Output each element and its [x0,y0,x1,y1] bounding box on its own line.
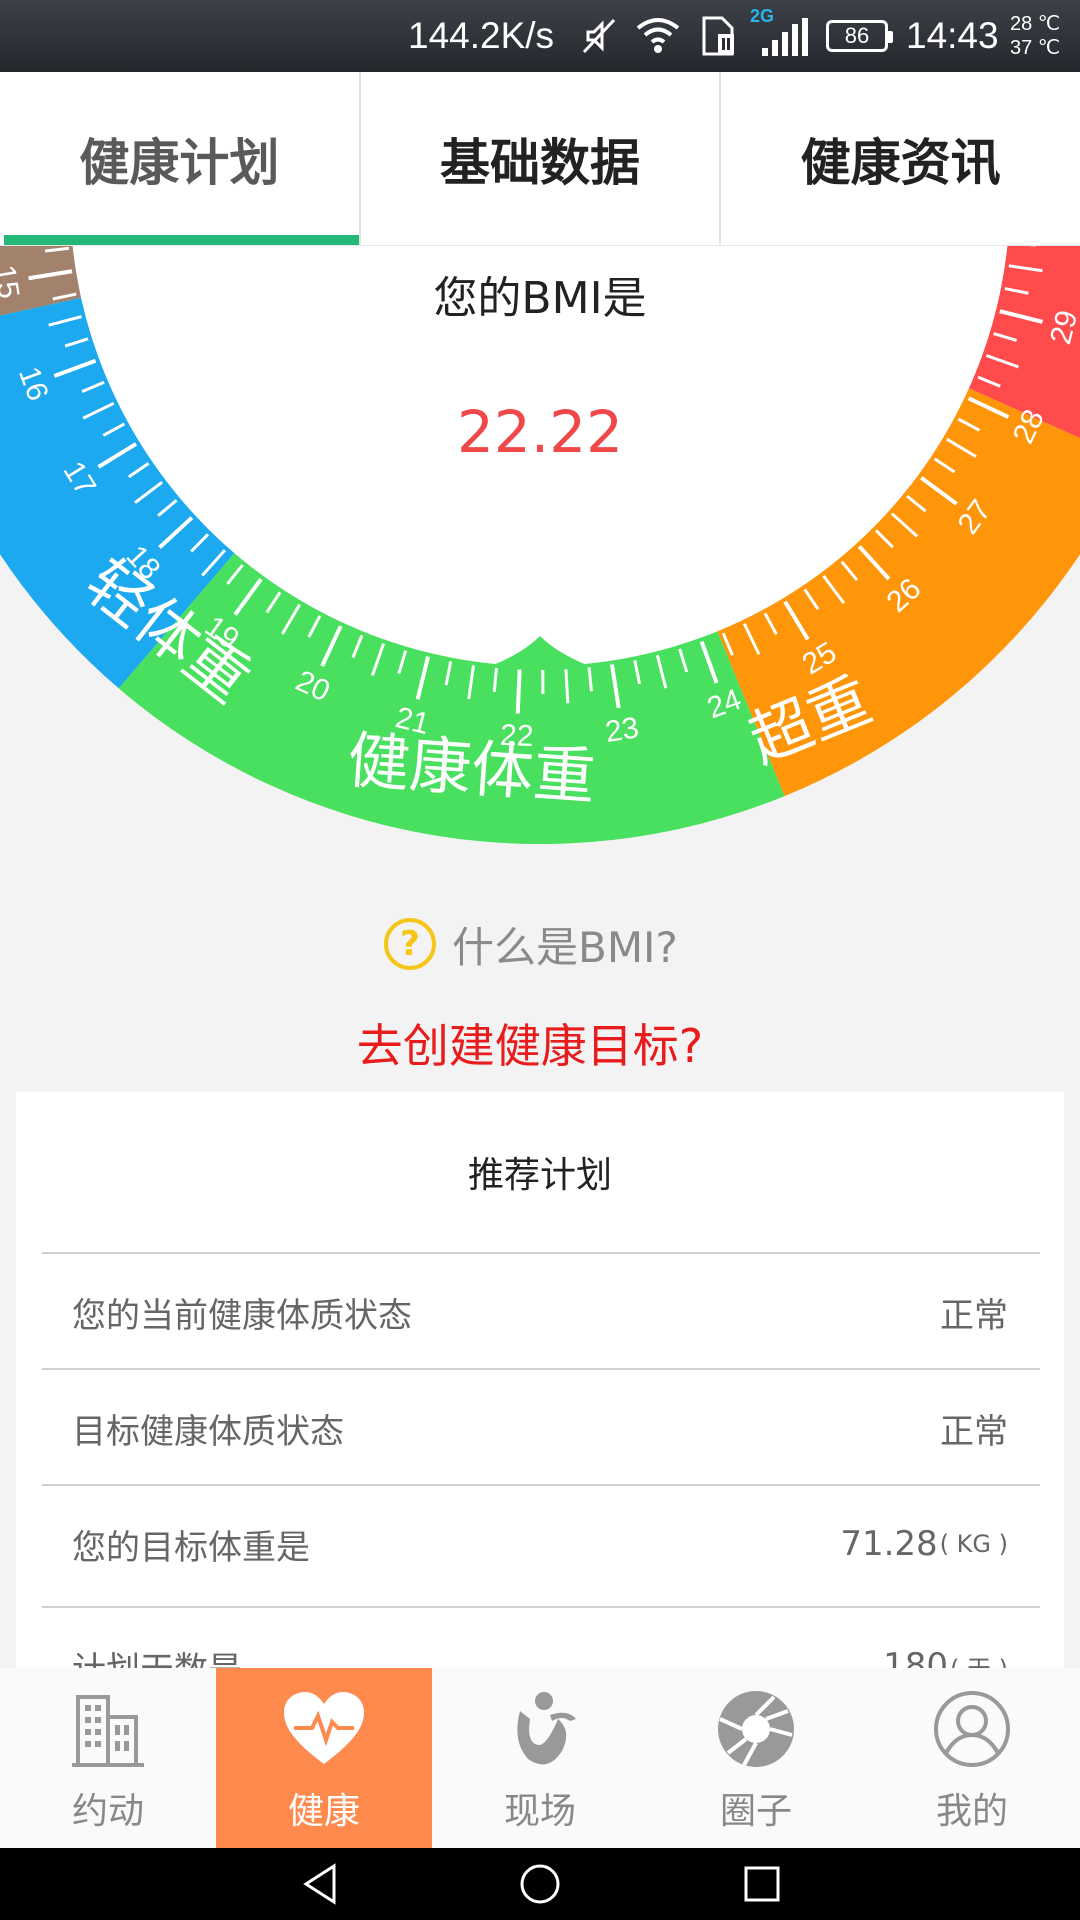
what-is-bmi-link[interactable]: ? 什么是BMI? [384,916,678,972]
plan-title: 推荐计划 [467,1155,612,1196]
heart-pulse-icon [281,1686,367,1772]
tab-basic-data[interactable]: 基础数据 [358,72,720,245]
plan-row-current-status: 您的当前健康体质状态 正常 [42,1252,1040,1368]
tab-health-plan[interactable]: 健康计划 [0,72,359,245]
nav-label: 圈子 [719,1791,792,1832]
sim-card-icon [700,12,740,64]
bottom-navigation: 约动 健康 现场 圈子 我的 [0,1668,1080,1848]
value-text: 正常 [940,1411,1008,1452]
nav-item-mine[interactable]: 我的 [864,1668,1080,1848]
active-tab-indicator [4,235,359,245]
tab-label: 健康资讯 [800,133,1001,192]
user-icon [929,1686,1015,1772]
bmi-value: 22.22 [456,398,624,466]
row-label: 您的目标体重是 [72,1527,310,1568]
what-is-bmi-label: 什么是BMI? [452,922,678,972]
mute-icon [580,16,620,60]
tab-health-news[interactable]: 健康资讯 [719,72,1080,245]
nav-label: 健康 [287,1791,360,1832]
building-icon [65,1686,151,1772]
battery-level: 86 [844,23,870,48]
value-text: 正常 [940,1295,1008,1336]
tab-label: 基础数据 [440,133,640,192]
plan-row-target-status: 目标健康体质状态 正常 [42,1368,1040,1484]
tab-label: 健康计划 [79,133,280,192]
recents-icon[interactable] [740,1862,784,1910]
temperature: 28 ℃ 37 ℃ [1010,0,1060,72]
bmi-title: 您的BMI是 [433,273,647,324]
signal-icon [760,18,810,62]
aperture-icon [713,1686,799,1772]
top-tabs: 健康计划 基础数据 健康资讯 [0,72,1080,246]
screen: 144.2K/s 2G 86 14:43 28 ℃ 37 ℃ 健康计划 基础数据 [0,0,1080,1920]
row-label: 您的当前健康体质状态 [72,1295,412,1336]
gauge-number-23: 23 [603,711,641,749]
gauge-tick [564,669,570,704]
nav-item-yuedong[interactable]: 约动 [0,1668,216,1848]
home-icon[interactable] [518,1862,562,1910]
nav-item-circle[interactable]: 圈子 [648,1668,864,1848]
row-label: 目标健康体质状态 [72,1411,344,1452]
recommended-plan-card: 推荐计划 您的当前健康体质状态 正常 目标健康体质状态 正常 您的目标体重是 7… [16,1092,1064,1692]
nav-label: 我的 [935,1791,1008,1832]
temperature-high: 28 ℃ [1010,13,1061,35]
help-circle-icon: ? [384,918,436,970]
create-goal-link[interactable]: 去创建健康目标? [0,1010,1060,1076]
nav-item-health[interactable]: 健康 [216,1668,432,1848]
row-value: 正常 [940,1370,1008,1486]
nav-label: 约动 [71,1791,144,1832]
system-navigation-bar [0,1848,1080,1920]
nav-item-live[interactable]: 现场 [432,1668,648,1848]
battery-icon: 86 [826,20,893,52]
plan-row-target-weight: 您的目标体重是 71.28( KG ) [42,1484,1040,1600]
value-text: 71.28 [840,1524,938,1564]
row-value: 71.28( KG ) [840,1486,1008,1602]
row-value: 正常 [940,1254,1008,1370]
status-bar: 144.2K/s 2G 86 14:43 28 ℃ 37 ℃ [0,0,1080,72]
network-speed: 144.2K/s [408,15,555,56]
unit-text: ( KG ) [939,1530,1008,1558]
back-icon[interactable] [300,1862,344,1910]
wifi-icon [634,14,682,60]
bmi-gauge: 1213141516171819202122232425262728293031… [0,246,1080,844]
runner-icon [497,1686,583,1772]
gauge-tick [515,669,522,714]
clock: 14:43 [906,15,999,56]
nav-label: 现场 [503,1791,576,1832]
temperature-low: 37 ℃ [1010,37,1061,59]
